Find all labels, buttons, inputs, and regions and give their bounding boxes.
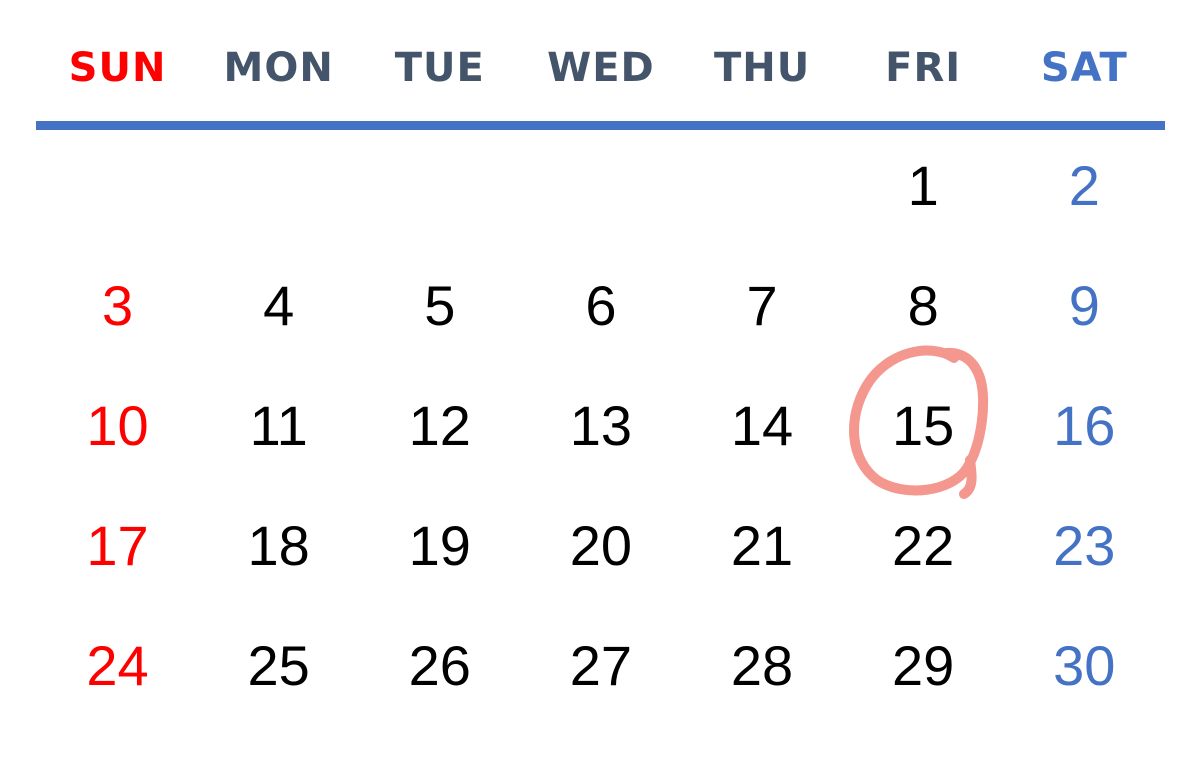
date-cell[interactable]: 19	[359, 486, 520, 606]
date-grid: 1 2 3 4 5 6 7 8 9 10 11 12 13 14 15 16 17 18 19 20 21 22 23 24 2…	[37, 126, 1165, 726]
weekday-sat: SAT	[1040, 45, 1128, 91]
date-cell[interactable]: 12	[359, 366, 520, 486]
date-cell[interactable]: 15	[843, 366, 1004, 486]
date-cell[interactable]: 13	[520, 366, 681, 486]
weekday-sun: SUN	[68, 45, 167, 91]
weekday-mon: MON	[223, 45, 334, 91]
date-cell[interactable]: 3	[37, 246, 198, 366]
date-cell[interactable]: 21	[682, 486, 843, 606]
date-cell[interactable]: 24	[37, 606, 198, 726]
date-cell[interactable]: 4	[198, 246, 359, 366]
date-cell[interactable]: 23	[1004, 486, 1165, 606]
date-cell[interactable]: 18	[198, 486, 359, 606]
weekday-wed: WED	[547, 45, 655, 91]
weekday-tue: TUE	[394, 45, 485, 91]
date-cell[interactable]: 28	[682, 606, 843, 726]
date-cell[interactable]: 10	[37, 366, 198, 486]
date-cell[interactable]: 11	[198, 366, 359, 486]
date-cell[interactable]: 30	[1004, 606, 1165, 726]
date-cell[interactable]: 22	[843, 486, 1004, 606]
weekday-header-row: SUN MON TUE WED THU FRI SAT	[37, 40, 1165, 96]
empty-date-cell	[198, 126, 359, 246]
empty-date-cell	[37, 126, 198, 246]
date-cell[interactable]: 27	[520, 606, 681, 726]
date-cell[interactable]: 29	[843, 606, 1004, 726]
weekday-fri: FRI	[885, 45, 962, 91]
date-cell[interactable]: 5	[359, 246, 520, 366]
date-cell[interactable]: 7	[682, 246, 843, 366]
date-cell[interactable]: 2	[1004, 126, 1165, 246]
date-cell[interactable]: 9	[1004, 246, 1165, 366]
month-calendar: SUN MON TUE WED THU FRI SAT 1 2 3 4 5 6 7 8 9 10 1…	[0, 0, 1199, 761]
date-cell[interactable]: 6	[520, 246, 681, 366]
date-cell[interactable]: 17	[37, 486, 198, 606]
date-cell[interactable]: 16	[1004, 366, 1165, 486]
date-cell[interactable]: 1	[843, 126, 1004, 246]
date-cell[interactable]: 25	[198, 606, 359, 726]
empty-date-cell	[359, 126, 520, 246]
date-cell[interactable]: 26	[359, 606, 520, 726]
weekday-thu: THU	[713, 45, 811, 91]
empty-date-cell	[520, 126, 681, 246]
date-cell[interactable]: 20	[520, 486, 681, 606]
date-cell[interactable]: 8	[843, 246, 1004, 366]
empty-date-cell	[682, 126, 843, 246]
date-cell[interactable]: 14	[682, 366, 843, 486]
